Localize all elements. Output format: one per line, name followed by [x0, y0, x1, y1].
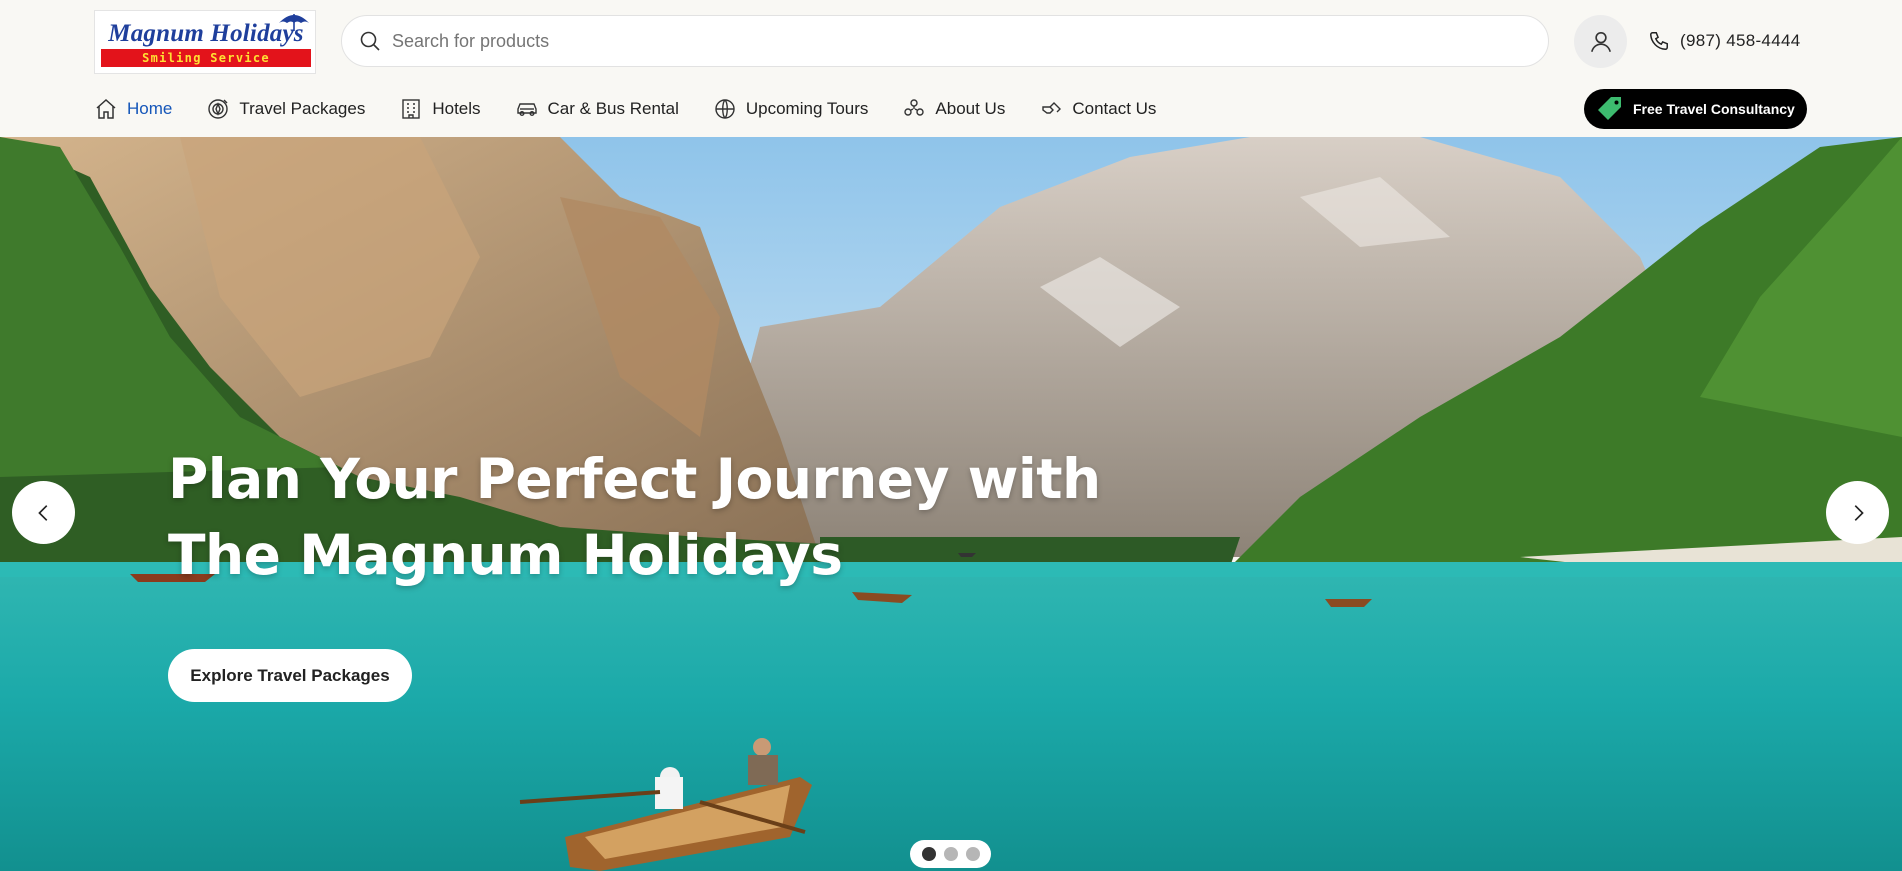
user-icon	[1590, 31, 1611, 52]
nav-item-upcoming-tours[interactable]: Upcoming Tours	[713, 97, 869, 121]
slider-dot-3[interactable]	[965, 847, 980, 861]
slider-dot-1[interactable]	[921, 847, 936, 861]
nav-item-home[interactable]: Home	[94, 97, 172, 121]
free-consultancy-label: Free Travel Consultancy	[1633, 101, 1795, 117]
hero-title-line-1: Plan Your Perfect Journey with	[168, 447, 1101, 511]
logo-tagline: Smiling Service	[142, 51, 270, 65]
nav-label-home: Home	[127, 99, 173, 118]
phone-number: (987) 458-4444	[1680, 31, 1801, 50]
nav-item-about-us[interactable]: About Us	[902, 97, 1005, 121]
hero-slider: Plan Your Perfect Journey with The Magnu…	[0, 137, 1902, 871]
nav-label-about-us: About Us	[935, 99, 1006, 118]
contact-icon	[1042, 102, 1062, 114]
nav-label-contact-us: Contact Us	[1072, 99, 1157, 118]
brand-logo[interactable]: Magnum Holidays Smiling Service	[94, 10, 316, 74]
nav-item-hotels[interactable]: Hotels	[399, 97, 481, 121]
phone-contact[interactable]: (987) 458-4444	[1648, 28, 1800, 54]
nav-label-hotels: Hotels	[432, 99, 481, 118]
slider-dot-2[interactable]	[943, 847, 958, 861]
main-navigation: Home Travel Packages Hotels Car & Bus Re…	[94, 93, 1190, 125]
nav-label-upcoming-tours: Upcoming Tours	[745, 99, 869, 118]
hero-title-line-2: The Magnum Holidays	[168, 523, 843, 587]
car-icon	[516, 103, 537, 116]
explore-packages-button[interactable]: Explore Travel Packages	[168, 649, 412, 702]
nav-item-car-bus-rental[interactable]: Car & Bus Rental	[515, 97, 679, 121]
logo-title: Magnum Holidays	[108, 20, 304, 47]
nav-label-travel-packages: Travel Packages	[239, 99, 366, 118]
search-bar[interactable]	[341, 15, 1549, 67]
hotel-icon	[402, 99, 421, 119]
site-header: Magnum Holidays Smiling Service (987) 45…	[0, 0, 1902, 137]
slider-prev-button[interactable]	[12, 481, 75, 544]
hero-title: Plan Your Perfect Journey with The Magnu…	[168, 441, 1268, 593]
home-icon	[96, 98, 116, 119]
chevron-left-icon	[37, 504, 47, 521]
nav-item-contact-us[interactable]: Contact Us	[1039, 97, 1156, 121]
about-icon	[904, 99, 925, 116]
tours-icon	[715, 99, 735, 119]
search-icon	[360, 31, 380, 51]
chevron-right-icon	[1854, 504, 1864, 521]
slider-pagination	[910, 840, 991, 868]
nav-item-travel-packages[interactable]: Travel Packages	[206, 97, 365, 121]
umbrella-icon	[279, 14, 309, 31]
travel-packages-icon	[208, 99, 229, 119]
logo-tagline-strip: Smiling Service	[101, 49, 311, 67]
price-tag-icon	[1598, 97, 1621, 120]
search-input[interactable]	[392, 30, 1492, 52]
free-consultancy-button[interactable]: Free Travel Consultancy	[1584, 89, 1807, 129]
account-button[interactable]	[1574, 15, 1627, 68]
nav-label-car-bus-rental: Car & Bus Rental	[547, 99, 679, 118]
phone-icon	[1650, 32, 1668, 50]
slider-next-button[interactable]	[1826, 481, 1889, 544]
